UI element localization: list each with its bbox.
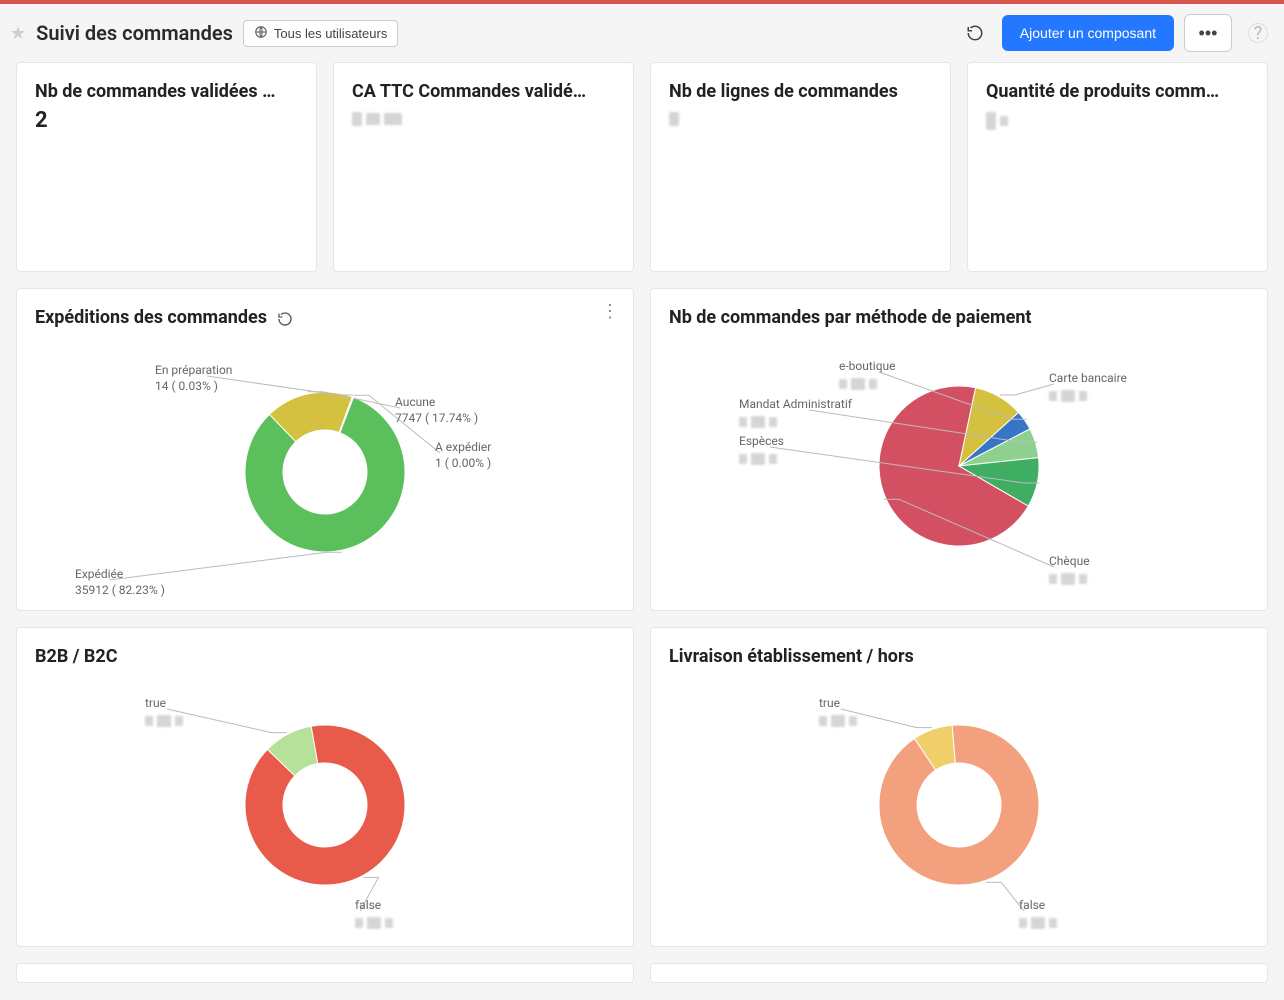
- card-peek: [16, 963, 634, 983]
- chart-slice-label: En préparation14 ( 0.03% ): [155, 362, 232, 394]
- chart-slice-label: Carte bancaire: [1049, 370, 1127, 405]
- chart-title: Expéditions des commandes: [35, 307, 267, 328]
- kpi-hidden-value: [352, 112, 402, 126]
- kpi-card[interactable]: Quantité de produits comm…: [967, 62, 1268, 272]
- chart-row: [0, 963, 1284, 999]
- kpi-title: Nb de commandes validées …: [35, 81, 298, 102]
- pie-chart: Chèque Carte bancaire e-boutiqueMandat Adm…: [669, 336, 1249, 586]
- chart-slice-label: Aucune7747 ( 17.74% ): [395, 394, 478, 426]
- globe-icon: [254, 25, 268, 42]
- help-icon[interactable]: ?: [1248, 23, 1268, 43]
- chart-row: ⋮ Expéditions des commandes Expédiée3591…: [0, 288, 1284, 627]
- chart-slice-label: Chèque: [1049, 553, 1090, 588]
- chart-slice-label: true: [145, 695, 183, 730]
- card-paiement[interactable]: Nb de commandes par méthode de paiement …: [650, 288, 1268, 611]
- card-menu-icon[interactable]: ⋮: [601, 301, 619, 322]
- card-peek: [650, 963, 1268, 983]
- chart-slice-label: false: [355, 897, 393, 932]
- kpi-hidden-value: [669, 112, 679, 126]
- chart-slice-label: Mandat Administratif: [739, 396, 852, 431]
- kpi-hidden-value: [986, 112, 1008, 130]
- chart-slice-label: Espèces: [739, 433, 784, 468]
- card-expeditions[interactable]: ⋮ Expéditions des commandes Expédiée3591…: [16, 288, 634, 611]
- refresh-icon[interactable]: [958, 16, 992, 50]
- card-livraison[interactable]: Livraison établissement / hors falsetrue: [650, 627, 1268, 947]
- kpi-card[interactable]: Nb de lignes de commandes: [650, 62, 951, 272]
- page-header: ★ Suivi des commandes Tous les utilisate…: [0, 4, 1284, 62]
- page-title: Suivi des commandes: [36, 21, 233, 45]
- chart-slice-label: true: [819, 695, 857, 730]
- kpi-value: 2: [35, 108, 298, 133]
- kpi-title: Quantité de produits comm…: [986, 81, 1249, 102]
- filter-users-button[interactable]: Tous les utilisateurs: [243, 20, 398, 47]
- kpi-card[interactable]: CA TTC Commandes validé…: [333, 62, 634, 272]
- chart-slice-label: A expédier1 ( 0.00% ): [435, 439, 491, 471]
- filter-users-label: Tous les utilisateurs: [274, 26, 387, 41]
- add-component-button[interactable]: Ajouter un composant: [1002, 15, 1174, 51]
- chart-title: Nb de commandes par méthode de paiement: [669, 307, 1249, 328]
- chart-slice-label: false: [1019, 897, 1057, 932]
- kpi-grid: Nb de commandes validées … 2 CA TTC Comm…: [0, 62, 1284, 288]
- kpi-title: Nb de lignes de commandes: [669, 81, 932, 102]
- chart-slice-label: Expédiée35912 ( 82.23% ): [75, 566, 165, 598]
- chart-slice-label: e-boutique: [839, 358, 896, 393]
- chart-title: B2B / B2C: [35, 646, 615, 667]
- card-b2b[interactable]: B2B / B2C falsetrue: [16, 627, 634, 947]
- donut-chart: Expédiée35912 ( 82.23% )Aucune7747 ( 17.…: [35, 342, 615, 592]
- chart-title: Livraison établissement / hors: [669, 646, 1249, 667]
- refresh-icon[interactable]: [277, 311, 293, 331]
- favorite-star-icon[interactable]: ★: [10, 23, 26, 44]
- more-actions-button[interactable]: •••: [1184, 14, 1232, 52]
- donut-chart: falsetrue: [669, 675, 1249, 925]
- kpi-card[interactable]: Nb de commandes validées … 2: [16, 62, 317, 272]
- donut-chart: falsetrue: [35, 675, 615, 925]
- kpi-title: CA TTC Commandes validé…: [352, 81, 615, 102]
- chart-row: B2B / B2C falsetrue Livraison établissem…: [0, 627, 1284, 963]
